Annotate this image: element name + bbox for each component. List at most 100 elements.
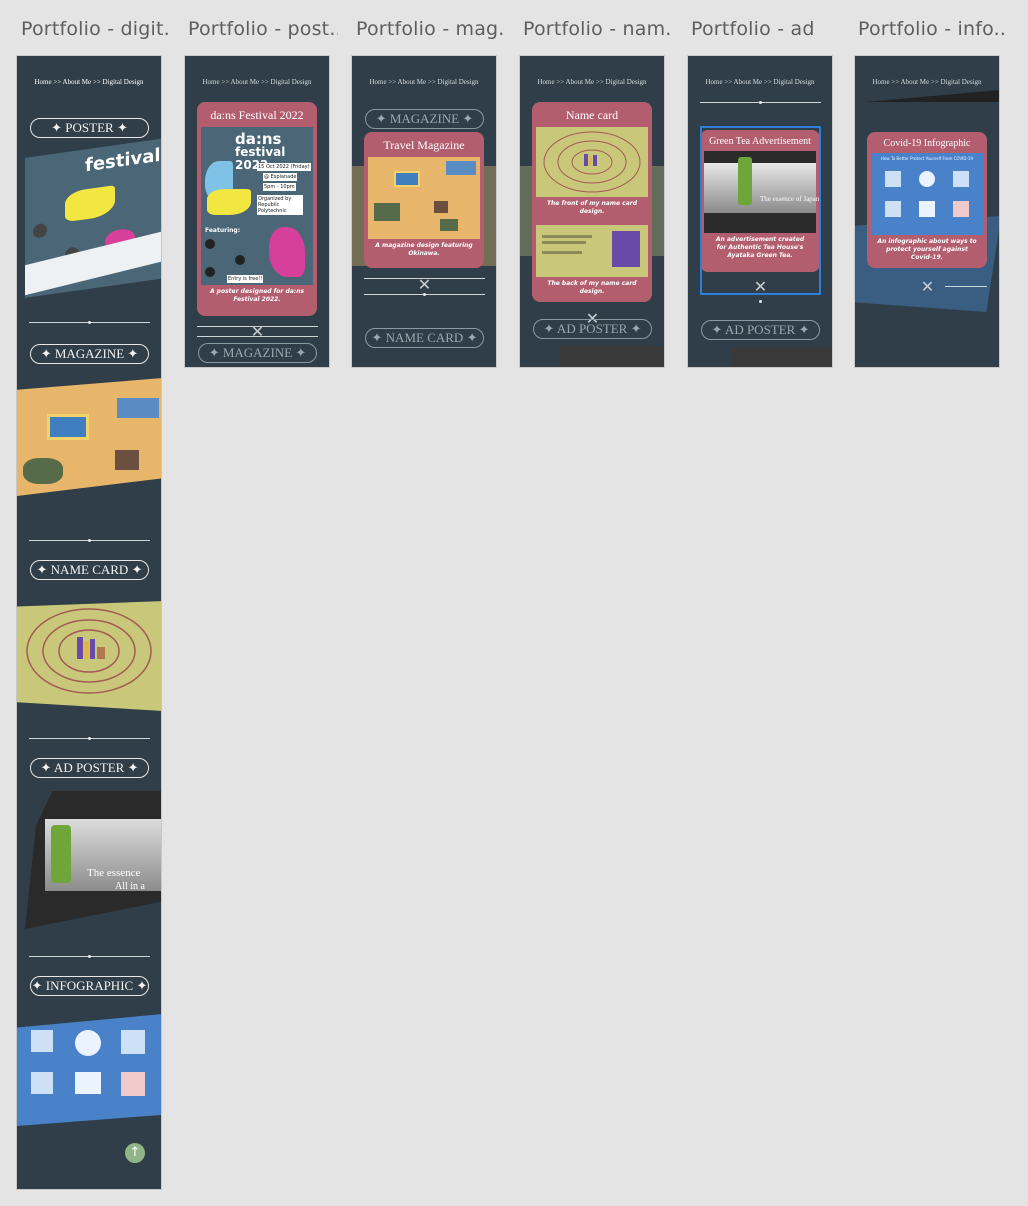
poster-image[interactable]: festival 20 (25, 138, 161, 298)
ad-poster-image[interactable]: The essence All in a (25, 791, 161, 929)
magazine-photo (394, 171, 420, 187)
section-pill-ad-poster[interactable]: ✦ AD POSTER ✦ (701, 320, 820, 340)
info-icon-tile (121, 1072, 145, 1096)
info-icon-tile (885, 171, 901, 187)
artboard-poster[interactable]: Home >> About Me >> Digital Design da:ns… (184, 55, 330, 368)
ad-preview-peek (732, 348, 832, 367)
divider-dot (759, 300, 762, 303)
poster-time: 5pm - 10pm (263, 183, 296, 191)
contact-line (542, 251, 582, 254)
info-icon-tile (75, 1072, 101, 1094)
artboard-ad[interactable]: Home >> About Me >> Digital Design Green… (687, 55, 833, 368)
section-pill-ad-poster[interactable]: ✦ AD POSTER ✦ (533, 319, 652, 339)
divider-dot (88, 955, 91, 958)
poster-venue: @ Esplanade (263, 173, 298, 181)
card-caption: A poster designed for da:ns Festival 202… (209, 288, 305, 303)
card-title: da:ns Festival 2022 (210, 108, 304, 122)
divider-dot (88, 321, 91, 324)
artboard-name-card[interactable]: Home >> About Me >> Digital Design Name … (519, 55, 665, 368)
artboard-digital-design[interactable]: Home >> About Me >> Digital Design ✦ POS… (16, 55, 162, 1190)
selection-box[interactable] (700, 126, 821, 295)
performer-avatar (235, 255, 245, 265)
breadcrumb[interactable]: Home >> About Me >> Digital Design (855, 78, 999, 86)
ad-preview-peek (865, 90, 999, 102)
magazine-photo (117, 398, 159, 418)
divider-dot (88, 539, 91, 542)
infographic-card[interactable]: Covid-19 Infographic How To Better Prote… (867, 132, 987, 268)
section-pill-poster[interactable]: ✦ POSTER ✦ (30, 118, 149, 138)
x-mark-icon: ✕ (417, 275, 432, 294)
poster-card[interactable]: da:ns Festival 2022 da:ns festival 2022 … (197, 102, 317, 316)
magazine-photo (115, 450, 139, 470)
dancer-pink-shape (269, 227, 305, 277)
magazine-photo (23, 458, 63, 484)
dancer-yellow-shape (207, 189, 251, 215)
card-caption: A magazine design featuring Okinawa. (375, 242, 473, 257)
infographic-image[interactable] (17, 1014, 161, 1126)
performer-avatar (205, 239, 215, 249)
divider-dot (759, 101, 762, 104)
artboard-magazine[interactable]: Home >> About Me >> Digital Design ✦ MAG… (351, 55, 497, 368)
qr-code-icon (612, 231, 640, 267)
name-card-card[interactable]: Name card The front of my name card desi… (532, 102, 652, 302)
poster-bottom-strip (25, 230, 161, 296)
breadcrumb[interactable]: Home >> About Me >> Digital Design (352, 78, 496, 86)
section-pill-name-card[interactable]: ✦ NAME CARD ✦ (365, 328, 484, 348)
section-pill-magazine[interactable]: ✦ MAGAZINE ✦ (198, 343, 317, 363)
magazine-photo (446, 161, 476, 175)
ad-tagline-text: All in a (115, 881, 145, 892)
info-icon-tile (75, 1030, 101, 1056)
info-icon-tile (31, 1072, 53, 1094)
section-pill-magazine[interactable]: ✦ MAGAZINE ✦ (365, 109, 484, 129)
frame-title-infographic[interactable]: Portfolio - info... (858, 18, 1008, 40)
frame-title-ad[interactable]: Portfolio - ad (691, 18, 841, 40)
tea-can (51, 825, 71, 883)
poster-organizer: Organized by Republic Polytechnic (257, 195, 303, 215)
infographic-preview: How To Better Protect Yourself From COVI… (871, 153, 983, 235)
card-title: Covid-19 Infographic (883, 138, 971, 149)
section-pill-ad-poster[interactable]: ✦ AD POSTER ✦ (30, 758, 149, 778)
performer-avatar (205, 267, 215, 277)
breadcrumb[interactable]: Home >> About Me >> Digital Design (185, 78, 329, 86)
magazine-photo (374, 203, 400, 221)
artboard-infographic[interactable]: Home >> About Me >> Digital Design Covid… (854, 55, 1000, 368)
breadcrumb[interactable]: Home >> About Me >> Digital Design (688, 78, 832, 86)
x-mark-icon: ✕ (250, 322, 265, 341)
info-icon-tile (885, 201, 901, 217)
card-caption-front: The front of my name card design. (546, 200, 638, 215)
breadcrumb[interactable]: Home >> About Me >> Digital Design (17, 78, 161, 86)
section-divider (945, 286, 987, 287)
infographic-heading: How To Better Protect Yourself From COVI… (880, 156, 974, 161)
poster-festival-text: festival 20 (85, 140, 161, 177)
contour-lines-graphic (543, 131, 641, 193)
frame-title-digital[interactable]: Portfolio - digit... (21, 18, 171, 40)
info-icon-tile (919, 171, 935, 187)
section-pill-name-card[interactable]: ✦ NAME CARD ✦ (30, 560, 149, 580)
ad-tagline-text: The essence (87, 867, 141, 879)
breadcrumb[interactable]: Home >> About Me >> Digital Design (520, 78, 664, 86)
name-card-image[interactable] (17, 601, 161, 711)
frame-title-name-card[interactable]: Portfolio - nam... (523, 18, 673, 40)
performer-avatar (33, 222, 47, 239)
poster-date: 15 Oct 2022 (Friday) (257, 163, 311, 171)
section-pill-magazine[interactable]: ✦ MAGAZINE ✦ (30, 344, 149, 364)
frame-title-poster[interactable]: Portfolio - post... (188, 18, 338, 40)
magazine-preview (368, 157, 480, 239)
magazine-card[interactable]: Travel Magazine A magazine design featur… (364, 132, 484, 268)
arrow-up-icon[interactable]: ↑ (125, 1143, 145, 1163)
name-card-back-preview (536, 225, 648, 277)
ad-preview-peek (560, 346, 664, 367)
dancer-yellow-shape (65, 185, 115, 223)
magazine-image[interactable] (17, 378, 161, 496)
frame-title-magazine[interactable]: Portfolio - mag... (356, 18, 506, 40)
magazine-photo (47, 414, 89, 440)
card-caption: An infographic about ways to protect you… (877, 238, 977, 261)
card-title: Travel Magazine (383, 138, 465, 152)
info-icon-tile (31, 1030, 53, 1052)
divider-dot (423, 293, 426, 296)
info-icon-tile (953, 201, 969, 217)
contact-line (542, 235, 592, 238)
info-icon-tile (953, 171, 969, 187)
section-pill-infographic[interactable]: ✦ INFOGRAPHIC ✦ (30, 976, 149, 996)
magazine-photo (434, 201, 448, 213)
